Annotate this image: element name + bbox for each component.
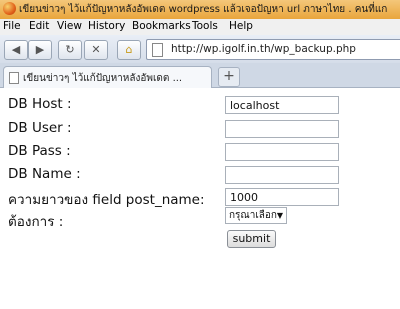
db-user-label: DB User : — [8, 120, 72, 136]
arrow-right-icon: ▶ — [35, 43, 45, 56]
db-pass-input[interactable] — [225, 143, 339, 161]
forward-button[interactable]: ▶ — [28, 40, 52, 60]
tab-active[interactable]: เขียนข่าวๆ ไว้แก้ปัญหาหลังอัพเดต ... — [3, 66, 212, 88]
reload-button[interactable]: ↻ — [58, 40, 82, 60]
action-select-value: กรุณาเลือก — [229, 210, 277, 221]
db-user-input[interactable] — [225, 120, 339, 138]
menu-edit[interactable]: Edit — [29, 20, 49, 32]
home-button[interactable]: ⌂ — [117, 40, 141, 60]
post-name-length-input[interactable] — [225, 188, 339, 206]
db-host-label: DB Host : — [8, 96, 72, 112]
page-icon — [9, 72, 19, 84]
post-name-length-label: ความยาวของ field post_name: — [8, 192, 205, 208]
reload-icon: ↻ — [65, 43, 75, 56]
back-button[interactable]: ◀ — [4, 40, 28, 60]
db-name-input[interactable] — [225, 166, 339, 184]
url-bar[interactable]: http://wp.igolf.in.th/wp_backup.php — [146, 39, 400, 60]
firefox-icon — [3, 2, 16, 15]
submit-button[interactable]: submit — [227, 230, 276, 248]
window-title-bar: เขียนข่าวๆ ไว้แก้ปัญหาหลังอัพเดต wordpre… — [0, 0, 400, 19]
action-select[interactable]: กรุณาเลือก ▼ — [225, 207, 287, 224]
db-name-label: DB Name : — [8, 166, 81, 182]
page-content: DB Host : DB User : DB Pass : DB Name : … — [0, 88, 400, 309]
menu-view[interactable]: View — [57, 20, 82, 32]
action-label: ต้องการ : — [8, 214, 64, 230]
db-pass-label: DB Pass : — [8, 143, 71, 159]
menu-tools[interactable]: Tools — [192, 20, 218, 32]
arrow-left-icon: ◀ — [11, 43, 21, 56]
stop-button[interactable]: ✕ — [84, 40, 108, 60]
menu-help[interactable]: Help — [229, 20, 253, 32]
url-text: http://wp.igolf.in.th/wp_backup.php — [171, 43, 356, 55]
db-host-input[interactable] — [225, 96, 339, 114]
menu-bookmarks[interactable]: Bookmarks — [132, 20, 191, 32]
new-tab-button[interactable]: + — [218, 67, 240, 87]
tab-title: เขียนข่าวๆ ไว้แก้ปัญหาหลังอัพเดต ... — [23, 73, 183, 84]
stop-icon: ✕ — [91, 43, 101, 56]
chevron-down-icon: ▼ — [276, 211, 283, 220]
menu-bar: File Edit View History Bookmarks Tools H… — [0, 19, 400, 35]
home-icon: ⌂ — [125, 43, 133, 56]
page-icon — [152, 43, 163, 57]
window-title: เขียนข่าวๆ ไว้แก้ปัญหาหลังอัพเดต wordpre… — [19, 4, 388, 15]
menu-history[interactable]: History — [88, 20, 125, 32]
menu-file[interactable]: File — [3, 20, 21, 32]
navigation-toolbar: ◀ ▶ ↻ ✕ ⌂ http://wp.igolf.in.th/wp_backu… — [0, 35, 400, 64]
tab-strip: เขียนข่าวๆ ไว้แก้ปัญหาหลังอัพเดต ... + — [0, 63, 400, 88]
